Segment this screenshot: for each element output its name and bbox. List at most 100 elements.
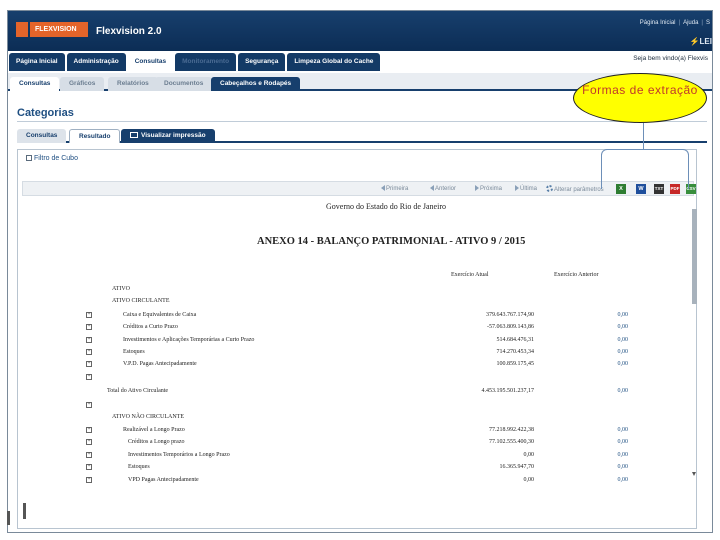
report-title: ANEXO 14 - BALANÇO PATRIMONIAL - ATIVO 9… [257,236,526,247]
welcome-message: Seja bem vindo(a) Flexvis [631,55,710,62]
table-row: ATIVO NÃO CIRCULANTE [28,412,658,422]
table-row: + V.P.D. Pagas Antecipadamente 100.859.175… [28,359,658,369]
home-link[interactable]: Página Inicial [640,20,676,26]
expand-icon[interactable]: + [86,374,92,380]
expand-icon[interactable]: + [86,439,92,445]
flexvision-logo: FLEXVISION [16,22,88,37]
row-value-current: 4.453.195.501.237,17 [481,388,535,394]
expand-icon[interactable]: + [86,312,92,318]
previous-page-button[interactable]: Anterior [430,185,456,192]
row-value-previous: 0,00 [617,464,629,470]
table-row: + VPD Pagas Antecipadamente 0,00 0,00 [28,475,658,485]
divider [17,121,707,122]
expand-icon[interactable]: + [86,349,92,355]
row-label: Investimentos Temporários a Longo Prazo [128,452,230,458]
row-label: V.P.D. Pagas Antecipadamente [123,361,197,367]
arrow-left-icon [381,185,385,191]
main-tab-2[interactable]: Consultas [127,53,174,71]
page-title: Categorias [17,107,74,119]
row-label: ATIVO [112,286,130,292]
main-tab-5[interactable]: Limpeza Global do Cache [287,53,381,71]
logout-link[interactable]: S [706,20,710,26]
change-parameters-button[interactable]: Alterar parâmetros [546,185,604,193]
next-page-button[interactable]: Próxima [475,185,502,192]
main-navigation: Página Inicial Administração Consultas Moni… [8,53,381,71]
row-value-current: 16.365.947,70 [499,464,535,470]
main-tab-1[interactable]: Administração [66,53,126,71]
expand-icon[interactable]: + [86,477,92,483]
header-bar: FLEXVISION Flexvision 2.0 Página Inicial… [8,11,712,51]
gear-icon [546,185,553,192]
row-value-previous: 0,00 [617,361,629,367]
top-links: Página Inicial | Ajuda | S [639,20,710,26]
row-value-previous: 0,00 [617,439,629,445]
row-value-previous: 0,00 [617,349,629,355]
row-value-current: 0,00 [523,452,535,458]
sub-tab-2[interactable]: Relatórios [108,77,158,91]
row-value-current: 714.270.453,34 [496,349,535,355]
scroll-down-icon[interactable] [692,472,696,478]
cube-filter-toggle[interactable]: Filtro de Cubo [26,152,78,165]
arrow-right-icon [475,185,479,191]
scrollbar-thumb[interactable] [692,209,697,304]
row-value-current: 0,00 [523,477,535,483]
resize-handle[interactable] [23,503,26,519]
table-row: Total do Ativo Circulante 4.453.195.501.2… [28,386,658,396]
row-label: ATIVO CIRCULANTE [112,298,170,304]
brand-logo: ⚡LEI [689,37,712,46]
print-icon [130,132,138,138]
row-label: Total do Ativo Circulante [107,388,169,394]
expand-icon[interactable]: + [86,464,92,470]
main-tab-0[interactable]: Página Inicial [9,53,65,71]
expand-icon[interactable]: + [86,452,92,458]
row-label: Caixa e Equivalentes de Caixa [123,312,197,318]
tab-print-preview[interactable]: Visualizar impressão [121,129,215,143]
callout-bracket [601,149,689,189]
first-page-button[interactable]: Primeira [381,185,408,192]
table-row: + Créditos a Curto Prazo -57.063.809.143,8… [28,322,658,332]
row-value-current: 514.684.476,31 [496,337,535,343]
expand-icon[interactable]: + [86,361,92,367]
app-title: Flexvision 2.0 [96,26,162,37]
row-value-previous: 0,00 [617,388,629,394]
row-value-current: -57.063.809.143,86 [487,324,534,330]
report-panel: Filtro de Cubo Primeira Anterior Próxima… [17,149,697,529]
row-value-previous: 0,00 [617,324,629,330]
row-value-previous: 0,00 [617,452,629,458]
report-content: Governo do Estado do Rio de Janeiro ANEX… [28,201,678,526]
row-label: VPD Pagas Antecipadamente [128,477,199,483]
help-link[interactable]: Ajuda [683,20,698,26]
row-label: Estoques [123,349,145,355]
sub-tab-1[interactable]: Gráficos [60,77,105,91]
brand-logo-text: LEI [699,37,712,46]
main-tab-4[interactable]: Segurança [238,53,286,71]
sub-tab-3[interactable]: Documentos [155,77,213,91]
sub-tab-4[interactable]: Cabeçalhos e Rodapés [211,77,301,91]
row-value-current: 100.859.175,45 [496,361,535,367]
expand-icon[interactable]: + [86,427,92,433]
tab-resultado[interactable]: Resultado [69,129,121,143]
table-row: + Créditos a Longo prazo 77.102.555.400,30… [28,437,658,447]
table-row: + Estoques 16.365.947,70 0,00 [28,462,658,472]
expand-icon[interactable]: + [86,402,92,408]
table-row: + Caixa e Equivalentes de Caixa 379.643.76… [28,310,658,320]
expand-icon[interactable]: + [86,324,92,330]
tab-consultas[interactable]: Consultas [17,129,67,143]
row-label: ATIVO NÃO CIRCULANTE [112,414,184,420]
table-row: + Estoques 714.270.453,34 0,00 [28,347,658,357]
row-label: Estoques [128,464,150,470]
last-page-button[interactable]: Última [515,185,537,192]
cube-filter-label: Filtro de Cubo [34,155,78,162]
expand-icon [26,155,32,161]
table-row: + [28,372,658,382]
row-label: Créditos a Longo prazo [128,439,185,445]
expand-icon[interactable]: + [86,337,92,343]
sub-tab-0[interactable]: Consultas [10,77,60,91]
row-value-previous: 0,00 [617,477,629,483]
resize-handle[interactable] [7,511,10,525]
table-row: + [28,400,658,410]
arrow-right-icon [515,185,519,191]
column-header-previous: Exercício Anterior [554,272,599,278]
vertical-scrollbar[interactable] [692,209,697,479]
row-label: Realizável a Longo Prazo [123,427,185,433]
